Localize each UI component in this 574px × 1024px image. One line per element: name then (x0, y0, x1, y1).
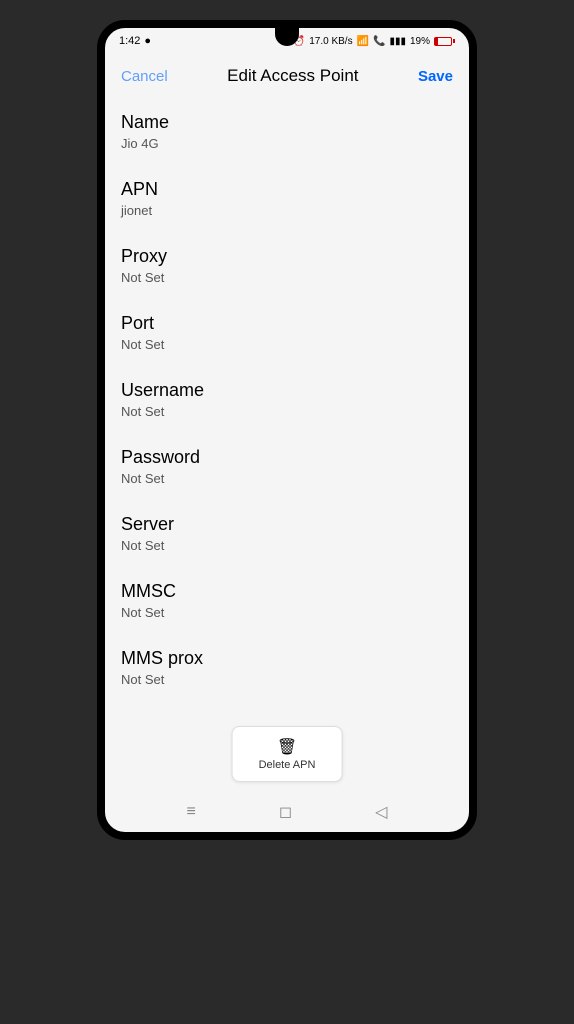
field-mms-proxy[interactable]: MMS prox Not Set (121, 634, 453, 701)
field-value: Not Set (121, 471, 453, 486)
field-label: Name (121, 112, 453, 133)
cancel-button[interactable]: Cancel (121, 68, 168, 85)
field-label: Server (121, 514, 453, 535)
network-speed: 17.0 KB/s (309, 36, 352, 47)
header: Cancel Edit Access Point Save (105, 54, 469, 98)
field-label: MMS prox (121, 648, 453, 669)
field-value: Not Set (121, 605, 453, 620)
recent-apps-button[interactable]: ≡ (187, 803, 196, 821)
field-value: Not Set (121, 404, 453, 419)
status-time: 1:42 (119, 35, 140, 47)
battery-icon (434, 37, 455, 46)
field-label: Port (121, 313, 453, 334)
delete-apn-button[interactable]: 🗑 Delete APN (232, 726, 343, 782)
field-mmsc[interactable]: MMSC Not Set (121, 567, 453, 634)
field-label: Username (121, 380, 453, 401)
field-username[interactable]: Username Not Set (121, 366, 453, 433)
battery-percent: 19% (410, 36, 430, 47)
android-nav-bar: ≡ ◻ ◁ (105, 792, 469, 832)
back-button[interactable]: ◁ (375, 802, 387, 822)
status-right: ⏰ 17.0 KB/s 📶 📞 ▮▮▮ 19% (293, 36, 455, 47)
field-value: Not Set (121, 672, 453, 687)
phone-frame: 1:42 ● ⏰ 17.0 KB/s 📶 📞 ▮▮▮ 19% Cancel Ed… (97, 20, 477, 840)
notification-dot-icon: ● (144, 35, 151, 47)
field-port[interactable]: Port Not Set (121, 299, 453, 366)
page-title: Edit Access Point (227, 66, 358, 86)
field-apn[interactable]: APN jionet (121, 165, 453, 232)
field-password[interactable]: Password Not Set (121, 433, 453, 500)
field-name[interactable]: Name Jio 4G (121, 98, 453, 165)
signal-icon: ▮▮▮ (389, 36, 406, 47)
field-label: MMSC (121, 581, 453, 602)
status-left: 1:42 ● (119, 35, 151, 47)
field-value: Not Set (121, 270, 453, 285)
field-value: Not Set (121, 538, 453, 553)
field-label: APN (121, 179, 453, 200)
content-scroll[interactable]: Name Jio 4G APN jionet Proxy Not Set Por… (105, 98, 469, 792)
delete-label: Delete APN (259, 759, 316, 771)
save-button[interactable]: Save (418, 68, 453, 85)
vowifi-icon: 📞 (373, 36, 385, 47)
home-button[interactable]: ◻ (279, 802, 292, 822)
field-label: Password (121, 447, 453, 468)
field-value: Jio 4G (121, 136, 453, 151)
field-value: jionet (121, 203, 453, 218)
field-proxy[interactable]: Proxy Not Set (121, 232, 453, 299)
field-label: Proxy (121, 246, 453, 267)
field-value: Not Set (121, 337, 453, 352)
field-server[interactable]: Server Not Set (121, 500, 453, 567)
trash-icon: 🗑 (277, 737, 297, 757)
wifi-icon: 📶 (357, 36, 369, 47)
